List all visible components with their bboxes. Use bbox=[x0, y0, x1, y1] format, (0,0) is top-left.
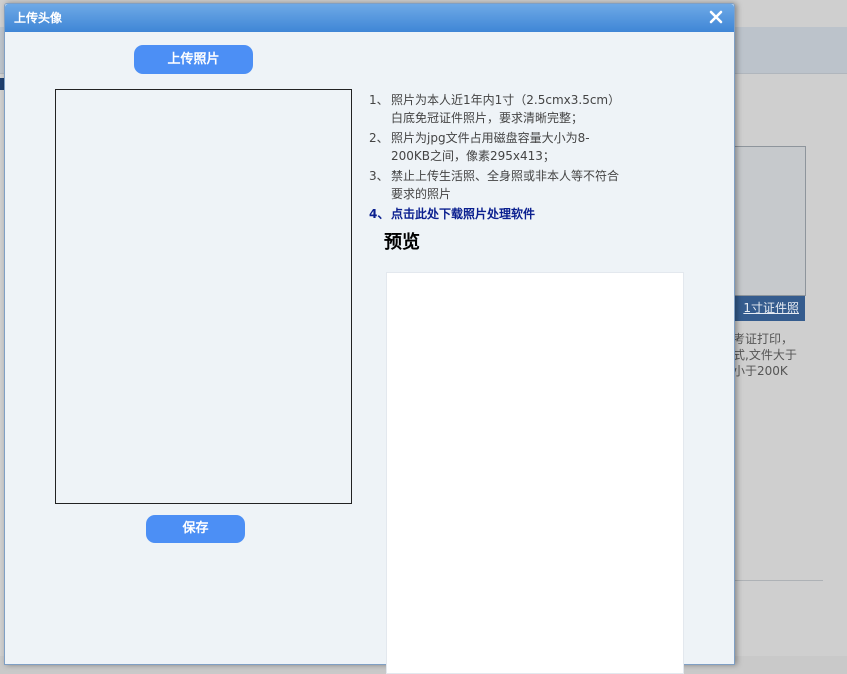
close-icon bbox=[709, 10, 723, 24]
background-note-line: 小于200K bbox=[733, 364, 788, 378]
instruction-item-download: 4、 点击此处下载照片处理软件 bbox=[369, 205, 669, 223]
instruction-number: 2、 bbox=[369, 131, 389, 145]
instruction-line: 照片为本人近1年内1寸（2.5cmx3.5cm） bbox=[391, 93, 621, 107]
preview-box bbox=[386, 272, 684, 674]
instruction-line: 白底免冠证件照片，要求清晰完整； bbox=[391, 111, 584, 125]
background-note: 考证打印， 式,文件大于 小于200K bbox=[733, 331, 805, 379]
download-software-link[interactable]: 点击此处下载照片处理软件 bbox=[391, 207, 535, 221]
instruction-number: 3、 bbox=[369, 169, 389, 183]
instruction-line: 禁止上传生活照、全身照或非本人等不符合 bbox=[391, 169, 620, 183]
instruction-line: 照片为jpg文件占用磁盘容量大小为8- bbox=[391, 131, 590, 145]
preview-title: 预览 bbox=[384, 232, 420, 253]
instruction-line: 要求的照片 bbox=[391, 187, 452, 201]
upload-photo-button[interactable]: 上传照片 bbox=[134, 45, 253, 74]
background-photo-tab: 1寸证件照 bbox=[733, 296, 805, 321]
instruction-number: 1、 bbox=[369, 93, 389, 107]
photo-crop-area[interactable] bbox=[55, 89, 352, 504]
instruction-number: 4、 bbox=[369, 207, 390, 221]
background-note-line: 考证打印， bbox=[733, 332, 794, 346]
instruction-item: 2、 照片为jpg文件占用磁盘容量大小为8- 200KB之间，像素295x413… bbox=[369, 129, 669, 165]
background-note-line: 式,文件大于 bbox=[733, 348, 797, 362]
instruction-item: 3、 禁止上传生活照、全身照或非本人等不符合 要求的照片 bbox=[369, 167, 669, 203]
background-photo-frame bbox=[733, 146, 806, 296]
instruction-item: 1、 照片为本人近1年内1寸（2.5cmx3.5cm） 白底免冠证件照片，要求清… bbox=[369, 91, 669, 127]
instruction-line: 200KB之间，像素295x413； bbox=[391, 149, 555, 163]
background-divider bbox=[733, 580, 823, 581]
close-button[interactable] bbox=[706, 7, 726, 27]
save-button[interactable]: 保存 bbox=[146, 515, 245, 543]
dialog-titlebar: 上传头像 bbox=[5, 4, 734, 32]
upload-avatar-dialog: 上传头像 上传照片 保存 1、 照片为本人近1年内1寸（2.5cmx3.5cm）… bbox=[4, 3, 735, 674]
dialog-title: 上传头像 bbox=[14, 11, 63, 25]
instruction-list: 1、 照片为本人近1年内1寸（2.5cmx3.5cm） 白底免冠证件照片，要求清… bbox=[369, 91, 669, 225]
